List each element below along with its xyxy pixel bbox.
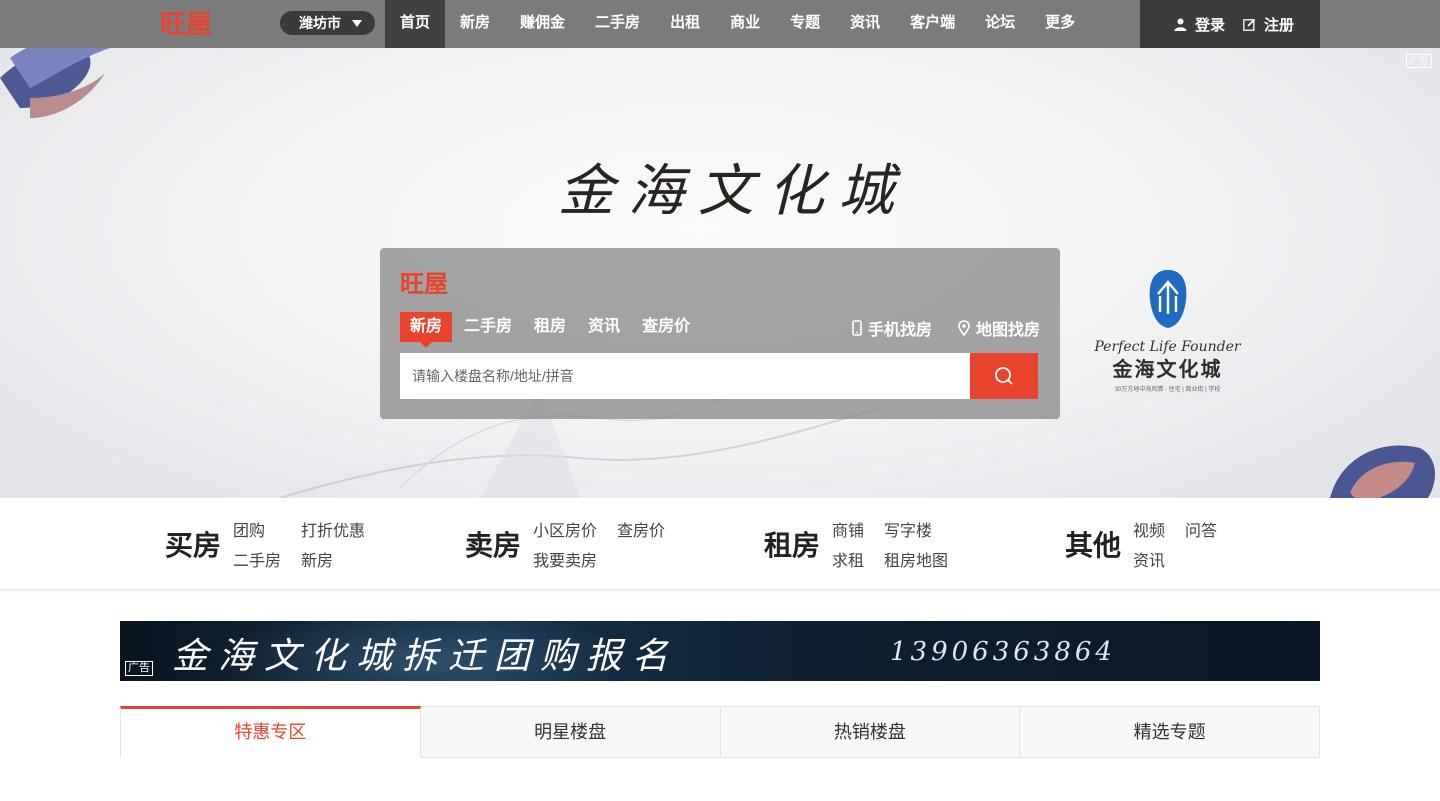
brand-chinese-name: 金海文化城	[1112, 359, 1223, 381]
nav-item-home[interactable]: 首页	[385, 0, 446, 48]
search-input[interactable]	[400, 353, 970, 399]
hero-slogan: 金海文化城	[558, 159, 908, 224]
quick-link-offices[interactable]: 写字楼	[884, 521, 948, 545]
search-button[interactable]	[970, 353, 1038, 399]
quick-link-wanted[interactable]: 求租	[832, 551, 864, 575]
nav-item-topics[interactable]: 专题	[775, 0, 835, 48]
search-tab-price[interactable]: 查房价	[632, 312, 700, 342]
quick-link-news[interactable]: 资讯	[1133, 551, 1165, 575]
tab-star-projects[interactable]: 明星楼盘	[420, 706, 721, 758]
banner-phone: 13906363864	[890, 637, 1116, 667]
nav-item-new-homes[interactable]: 新房	[445, 0, 505, 48]
quick-link-community-price[interactable]: 小区房价	[533, 521, 597, 545]
mobile-search-label: 手机找房	[867, 322, 932, 339]
site-logo[interactable]: 旺屋	[160, 8, 222, 38]
nav-item-rent[interactable]: 出租	[655, 0, 715, 48]
quick-group-sell: 卖房 小区房价 查房价 我要卖房	[465, 518, 665, 574]
tab-hot-projects[interactable]: 热销楼盘	[720, 706, 1021, 758]
tab-special-offers[interactable]: 特惠专区	[120, 706, 421, 758]
quick-group-other: 其他 视频 问答 资讯	[1065, 518, 1217, 574]
ad-tag: 广告	[125, 661, 153, 676]
map-search-label: 地图找房	[975, 322, 1040, 339]
search-logo: 旺屋	[400, 270, 448, 296]
top-navbar: 旺屋 潍坊市 首页 新房 赚佣金 二手房 出租 商业 专题 资讯 客户端 论坛 …	[0, 0, 1440, 48]
brand-logo[interactable]: Perfect Life Founder 金海文化城 30万方地中海风情 · 住…	[1090, 268, 1245, 393]
svg-text:旺屋: 旺屋	[160, 10, 212, 38]
quick-link-discount[interactable]: 打折优惠	[301, 521, 365, 545]
search-tab-news[interactable]: 资讯	[578, 312, 630, 342]
main-nav: 首页 新房 赚佣金 二手房 出租 商业 专题 资讯 客户端 论坛 更多	[385, 0, 1090, 48]
tab-featured-topics[interactable]: 精选专题	[1020, 706, 1320, 758]
nav-item-commercial[interactable]: 商业	[715, 0, 775, 48]
nav-item-news[interactable]: 资讯	[835, 0, 895, 48]
map-search-link[interactable]: 地图找房	[958, 316, 1040, 340]
quick-group-heading: 租房	[764, 530, 821, 561]
nav-item-commission[interactable]: 赚佣金	[505, 0, 580, 48]
decorative-flower-left	[0, 48, 110, 118]
quick-link-group-buy[interactable]: 团购	[233, 521, 281, 545]
quick-link-sell-my-home[interactable]: 我要卖房	[533, 551, 597, 575]
search-tab-new-homes[interactable]: 新房	[400, 312, 453, 348]
svg-text:旺屋: 旺屋	[400, 270, 448, 296]
register-label: 注册	[1264, 16, 1295, 34]
search-panel: 旺屋 新房 二手房 租房 资讯 查房价 手机找房 地图找房	[380, 248, 1060, 419]
edit-icon	[1243, 18, 1256, 31]
quick-link-shops[interactable]: 商铺	[832, 521, 864, 545]
search-tab-resale[interactable]: 二手房	[454, 312, 522, 342]
quick-group-buy: 买房 团购 打折优惠 二手房 新房	[165, 518, 365, 574]
brand-subtitle: 30万方地中海风情 · 住宅 | 商业街 | 学校	[1114, 387, 1221, 393]
caret-down-icon	[352, 20, 362, 27]
brand-emblem-icon	[1149, 270, 1186, 328]
nav-item-forum[interactable]: 论坛	[970, 0, 1030, 48]
login-label: 登录	[1195, 16, 1226, 34]
quick-link-check-price[interactable]: 查房价	[617, 521, 665, 545]
quick-link-video[interactable]: 视频	[1133, 521, 1165, 545]
nav-item-more[interactable]: 更多	[1030, 0, 1090, 48]
location-pin-icon	[958, 320, 970, 336]
quick-group-heading: 其他	[1065, 530, 1122, 561]
quick-links-bar: 买房 团购 打折优惠 二手房 新房 卖房 小区房价 查房价 我要卖房 租房 商铺…	[0, 498, 1440, 590]
quick-link-rent-map[interactable]: 租房地图	[884, 551, 948, 575]
content-tabs: 特惠专区 明星楼盘 热销楼盘 精选专题	[120, 706, 1320, 758]
city-selector[interactable]: 潍坊市	[280, 11, 375, 35]
decorative-flower-right	[1330, 445, 1435, 498]
user-icon	[1174, 18, 1187, 31]
search-quick-links: 手机找房 地图找房	[826, 316, 1040, 340]
quick-group-heading: 买房	[165, 530, 222, 561]
quick-link-qa[interactable]: 问答	[1185, 521, 1217, 545]
search-tab-rent[interactable]: 租房	[524, 312, 576, 342]
nav-item-client[interactable]: 客户端	[895, 0, 970, 48]
phone-icon	[852, 320, 862, 336]
auth-area: 登录 注册	[1140, 0, 1320, 48]
city-label: 潍坊市	[299, 15, 341, 31]
hero-banner[interactable]: 广告 金海文化城 旺屋 新房 二手房 租房 资讯 查房价 手机找房 地图找房 请…	[0, 48, 1440, 498]
promo-banner[interactable]: 金海文化城拆迁团购报名 13906363864 广告	[120, 621, 1320, 681]
quick-group-heading: 卖房	[465, 530, 522, 561]
ad-tag: 广告	[1406, 54, 1432, 68]
quick-group-rent: 租房 商铺 写字楼 求租 租房地图	[764, 518, 948, 574]
search-icon	[995, 367, 1013, 385]
quick-link-resale[interactable]: 二手房	[233, 551, 281, 575]
banner-title: 金海文化城拆迁团购报名	[172, 636, 679, 677]
mobile-search-link[interactable]: 手机找房	[852, 316, 932, 340]
search-tabs: 新房 二手房 租房 资讯 查房价	[400, 312, 702, 348]
login-link[interactable]: 登录	[1174, 14, 1225, 35]
register-link[interactable]: 注册	[1243, 14, 1294, 35]
nav-item-resale[interactable]: 二手房	[580, 0, 655, 48]
quick-link-new-homes[interactable]: 新房	[301, 551, 365, 575]
